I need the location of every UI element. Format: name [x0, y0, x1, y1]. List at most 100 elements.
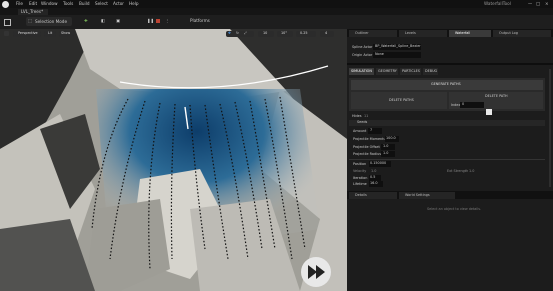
- iteration-label: Iteration: [353, 176, 368, 180]
- show-button[interactable]: Show: [59, 30, 74, 37]
- platforms-button[interactable]: Platforms: [190, 18, 210, 23]
- camera-speed[interactable]: 4: [320, 30, 334, 37]
- right-panel: Outliner Levels Waterfall Output Log Spl…: [347, 29, 553, 291]
- unreal-logo-icon[interactable]: [2, 1, 9, 8]
- position-field[interactable]: 0.150000: [369, 161, 391, 167]
- subtab-geometry-label: GEOMETRY: [378, 69, 397, 73]
- divider: [347, 63, 553, 65]
- viewport-toolbar: Perspective Lit Show ✥ ↻ ⤢ 10 10° 0.25 4: [0, 29, 347, 38]
- tab-details[interactable]: Details: [349, 192, 397, 199]
- menu-file[interactable]: File: [16, 1, 23, 6]
- menu-tools[interactable]: Tools: [63, 1, 73, 6]
- cinematics-icon[interactable]: ▣: [116, 18, 120, 23]
- subtab-simulation[interactable]: SIMULATION: [349, 68, 374, 75]
- viewport-menu-icon[interactable]: [4, 31, 9, 36]
- lit-label: Lit: [48, 30, 53, 35]
- add-actor-icon[interactable]: ✚: [84, 18, 88, 23]
- seeds-label: Seeds: [357, 120, 368, 125]
- mode-label: Selection Mode: [35, 18, 68, 24]
- save-icon[interactable]: [4, 19, 11, 26]
- subtab-particles-label: PARTICLES: [402, 69, 420, 73]
- radius-field[interactable]: 1.0: [381, 151, 395, 157]
- menu-select[interactable]: Select: [95, 1, 108, 6]
- offset-label: Projectile Offset: [353, 145, 380, 149]
- spline-actor-label: Spline Actor: [352, 45, 373, 49]
- tab-waterfall-label: Waterfall: [455, 31, 471, 35]
- ext-strength-value: 1.0: [469, 169, 475, 173]
- close-button[interactable]: ×: [545, 1, 549, 6]
- lifetime-field[interactable]: 16.0: [369, 181, 383, 187]
- angle-snap[interactable]: 10°: [277, 30, 293, 37]
- stop-button[interactable]: [156, 19, 160, 23]
- spline-actor-field[interactable]: BP_Waterfall_Spline_Bezier: [373, 44, 421, 50]
- ff-arrow-2: [316, 265, 325, 279]
- position-label: Position: [353, 162, 367, 166]
- translate-icon[interactable]: ✥: [228, 31, 231, 35]
- delete-paths-label: DELETE PATHS: [389, 98, 414, 102]
- level-viewport[interactable]: Perspective Lit Show ✥ ↻ ⤢ 10 10° 0.25 4: [0, 29, 347, 291]
- maximize-button[interactable]: □: [536, 1, 540, 6]
- velocity-value: 1.0: [371, 169, 377, 173]
- delete-path-label: DELETE PATH: [485, 94, 508, 98]
- menu-edit[interactable]: Edit: [29, 1, 37, 6]
- pause-icon[interactable]: ❚❚: [147, 18, 154, 23]
- menu-window[interactable]: Window: [41, 1, 58, 6]
- transform-tools[interactable]: ✥ ↻ ⤢: [226, 30, 254, 37]
- index-value: 0: [462, 102, 465, 107]
- menu-build[interactable]: Build: [79, 1, 90, 6]
- tab-outliner[interactable]: Outliner: [349, 30, 397, 37]
- origin-actor-field[interactable]: None: [373, 52, 421, 58]
- rotate-icon[interactable]: ↻: [236, 31, 239, 35]
- index-field[interactable]: 0: [460, 102, 484, 108]
- minimize-button[interactable]: —: [528, 1, 532, 6]
- tab-levels[interactable]: Levels: [399, 30, 447, 37]
- tab-waterfall[interactable]: Waterfall: [449, 30, 491, 37]
- amount-field[interactable]: 7: [368, 128, 382, 134]
- scale-icon[interactable]: ⤢: [244, 31, 247, 35]
- panel-tab-bar: Outliner Levels Waterfall Output Log: [347, 29, 553, 37]
- generate-paths-button[interactable]: GENERATE PATHS: [351, 80, 543, 90]
- tab-outliner-label: Outliner: [355, 31, 369, 35]
- angle-snap-value: 10°: [281, 30, 288, 35]
- perspective-button[interactable]: Perspective: [13, 30, 41, 37]
- launch-icon[interactable]: ⋮: [165, 18, 169, 23]
- blueprint-icon[interactable]: ◧: [101, 18, 105, 23]
- offset-value: 1.0: [383, 144, 389, 149]
- level-tab-label: LVL_Trees*: [21, 9, 44, 14]
- player-logo-icon: [301, 257, 331, 287]
- scene-render: [0, 29, 347, 291]
- divider-2: [349, 159, 545, 160]
- show-label: Show: [61, 30, 71, 35]
- menu-actor[interactable]: Actor: [113, 1, 124, 6]
- tab-output-log-label: Output Log: [499, 31, 518, 35]
- level-tab-bar: LVL_Trees*: [0, 8, 553, 15]
- tab-world-settings[interactable]: World Settings: [399, 192, 455, 199]
- amount-label: Amount: [353, 129, 367, 133]
- mode-dropdown[interactable]: ⬚ Selection Mode: [26, 17, 72, 26]
- subtab-debug[interactable]: DEBUG: [423, 68, 438, 75]
- tab-details-label: Details: [355, 193, 367, 197]
- radius-value: 1.0: [383, 151, 389, 156]
- momentum-value: 100.0: [386, 136, 396, 141]
- tab-levels-label: Levels: [405, 31, 416, 35]
- menu-help[interactable]: Help: [129, 1, 139, 6]
- momentum-field[interactable]: 100.0: [385, 136, 399, 142]
- delete-paths-button[interactable]: DELETE PATHS: [351, 92, 447, 109]
- mode-icon: ⬚: [28, 18, 32, 23]
- subtab-particles[interactable]: PARTICLES: [400, 68, 421, 75]
- subtab-geometry[interactable]: GEOMETRY: [376, 68, 398, 75]
- index-reset-button[interactable]: [486, 109, 492, 115]
- scale-snap[interactable]: 0.25: [296, 30, 316, 37]
- grid-snap[interactable]: 10: [258, 30, 274, 37]
- tab-output-log[interactable]: Output Log: [493, 30, 551, 37]
- details-hint: Select an object to view details.: [427, 207, 482, 211]
- panel-scrollbar[interactable]: [549, 69, 551, 187]
- main-toolbar: ⬚ Selection Mode ✚ ◧ ▣ ❚❚ ⋮ Platforms: [0, 15, 553, 38]
- index-label: Index: [451, 103, 461, 107]
- grid-snap-value: 10: [263, 30, 268, 35]
- radius-label: Projectile Radius: [353, 152, 382, 156]
- spline-actor-value: BP_Waterfall_Spline_Bezier: [375, 44, 421, 49]
- lit-button[interactable]: Lit: [44, 30, 56, 37]
- offset-field[interactable]: 1.0: [381, 144, 395, 150]
- bottom-tab-bar: Details World Settings: [347, 191, 553, 199]
